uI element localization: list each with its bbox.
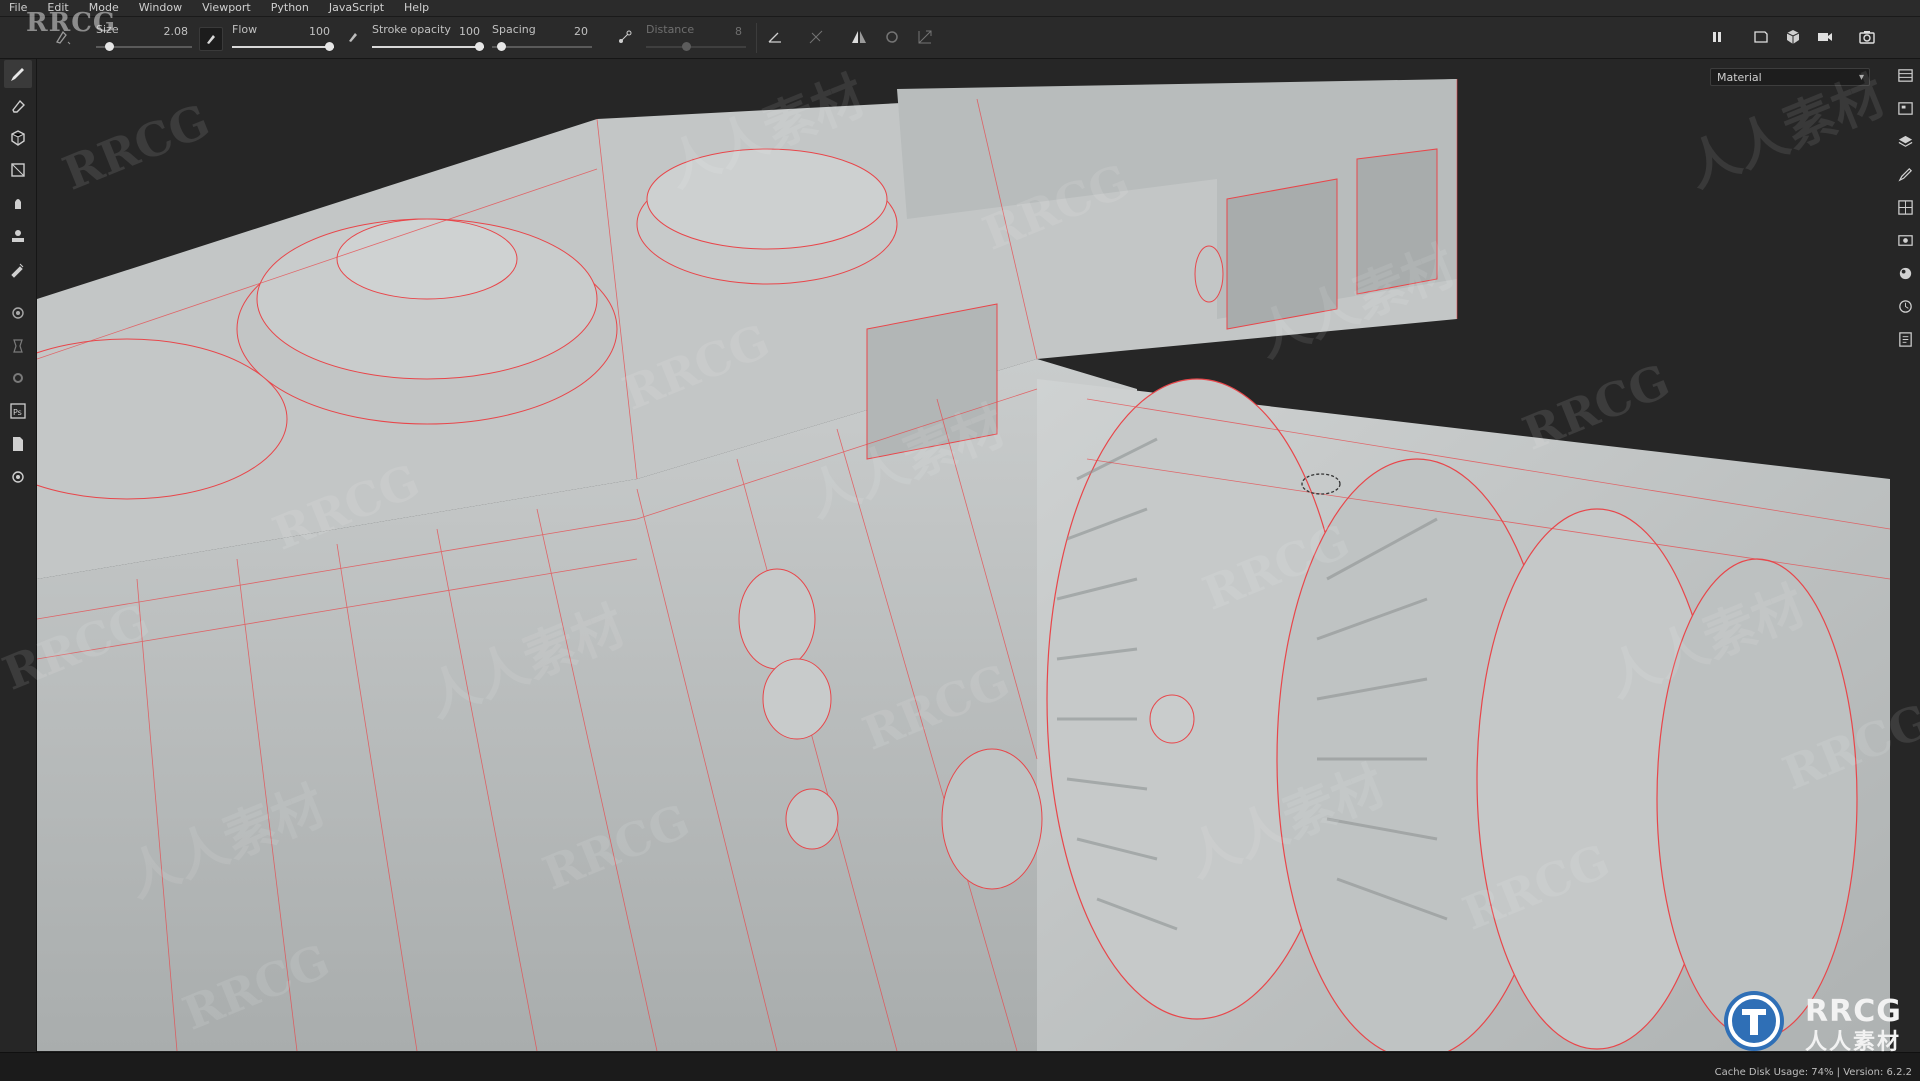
wireframe-model-render (37, 79, 1890, 1051)
distance-label: Distance (646, 23, 695, 36)
texture-set-settings-icon[interactable] (1894, 96, 1916, 120)
status-bar: Cache Disk Usage: 74% | Version: 6.2.2 (0, 1052, 1920, 1081)
size-slider-handle[interactable] (104, 42, 114, 51)
symmetry-icon[interactable] (846, 24, 872, 50)
toolbar-separator (756, 23, 757, 53)
texture-set-list-icon[interactable] (1894, 63, 1916, 87)
polygon-fill-icon[interactable] (4, 156, 32, 184)
status-text: Cache Disk Usage: 74% | Version: 6.2.2 (1714, 1067, 1912, 1078)
flow-pressure-icon[interactable] (199, 27, 223, 51)
opacity-pressure-icon[interactable] (340, 24, 366, 50)
spacing-slider[interactable]: Spacing 20 (492, 21, 592, 55)
transform-icon[interactable] (912, 24, 938, 50)
layers-icon[interactable] (1894, 129, 1916, 153)
2d-view-icon[interactable] (1748, 24, 1774, 50)
stroke-opacity-slider[interactable]: Stroke opacity 100 (372, 21, 484, 55)
flow-slider-handle[interactable] (325, 42, 334, 51)
menu-viewport[interactable]: Viewport (193, 0, 262, 16)
settings-gear-icon[interactable] (4, 364, 32, 392)
eraser-icon[interactable] (4, 92, 32, 120)
photoshop-icon[interactable]: Ps (4, 397, 32, 425)
flow-label: Flow (232, 23, 258, 36)
3d-view-icon[interactable] (1780, 24, 1806, 50)
paint-brush-icon[interactable] (4, 60, 32, 88)
stroke-opacity-track (372, 46, 484, 48)
3d-viewport[interactable]: Material ▾ (37, 59, 1890, 1051)
spacing-value[interactable]: 20 (574, 25, 588, 38)
flow-track (232, 46, 334, 48)
color-picker-icon[interactable] (4, 255, 32, 283)
plugins-icon[interactable] (4, 463, 32, 491)
screenshot-icon[interactable] (1854, 24, 1880, 50)
properties-icon[interactable] (1894, 162, 1916, 186)
log-icon[interactable] (1894, 327, 1916, 351)
menu-window[interactable]: Window (130, 0, 193, 16)
menu-python[interactable]: Python (262, 0, 320, 16)
distance-track (646, 46, 746, 48)
flow-value[interactable]: 100 (309, 25, 330, 38)
geometry-decal-icon[interactable] (4, 332, 32, 360)
shader-settings-icon[interactable] (1894, 261, 1916, 285)
flow-slider[interactable]: Flow 100 (232, 21, 334, 55)
stroke-opacity-slider-handle[interactable] (475, 42, 484, 51)
distance-slider[interactable]: Distance 8 (646, 21, 746, 55)
menu-javascript[interactable]: JavaScript (320, 0, 395, 16)
export-icon[interactable] (4, 430, 32, 458)
stroke-opacity-label: Stroke opacity (372, 23, 451, 36)
spacing-track (492, 46, 592, 48)
right-panels-bar (1889, 59, 1920, 1059)
spacing-label: Spacing (492, 23, 536, 36)
left-tools-bar: Ps (0, 59, 37, 1059)
spacing-slider-handle[interactable] (496, 42, 506, 51)
jitter-icon[interactable] (803, 24, 829, 50)
menubar: File Edit Mode Window Viewport Python Ja… (0, 0, 1920, 17)
bake-icon[interactable] (4, 299, 32, 327)
pause-icon[interactable] (1704, 24, 1730, 50)
smudge-icon[interactable] (4, 189, 32, 217)
viewport-mode-select[interactable]: Material ▾ (1710, 68, 1870, 86)
svg-text:Ps: Ps (13, 408, 22, 417)
display-settings-icon[interactable] (1894, 195, 1916, 219)
size-value[interactable]: 2.08 (164, 25, 189, 38)
angle-icon[interactable] (762, 24, 788, 50)
distance-slider-handle[interactable] (682, 42, 692, 51)
watermark-logo-top-left: RRCG (26, 8, 117, 38)
distance-value[interactable]: 8 (735, 25, 742, 38)
menu-help[interactable]: Help (395, 0, 440, 16)
history-icon[interactable] (1894, 294, 1916, 318)
chevron-down-icon: ▾ (1858, 72, 1864, 83)
stroke-opacity-value[interactable]: 100 (459, 25, 480, 38)
clone-icon[interactable] (4, 222, 32, 250)
camera-icon[interactable] (1812, 24, 1838, 50)
viewport-mode-value: Material (1717, 71, 1762, 84)
follow-path-icon[interactable] (879, 24, 905, 50)
viewer-settings-icon[interactable] (1894, 228, 1916, 252)
lazy-mouse-icon[interactable] (612, 24, 638, 50)
tool-properties-bar: Size 2.08 Flow 100 Stroke opacity 100 Sp… (0, 17, 1920, 59)
projection-icon[interactable] (4, 124, 32, 152)
